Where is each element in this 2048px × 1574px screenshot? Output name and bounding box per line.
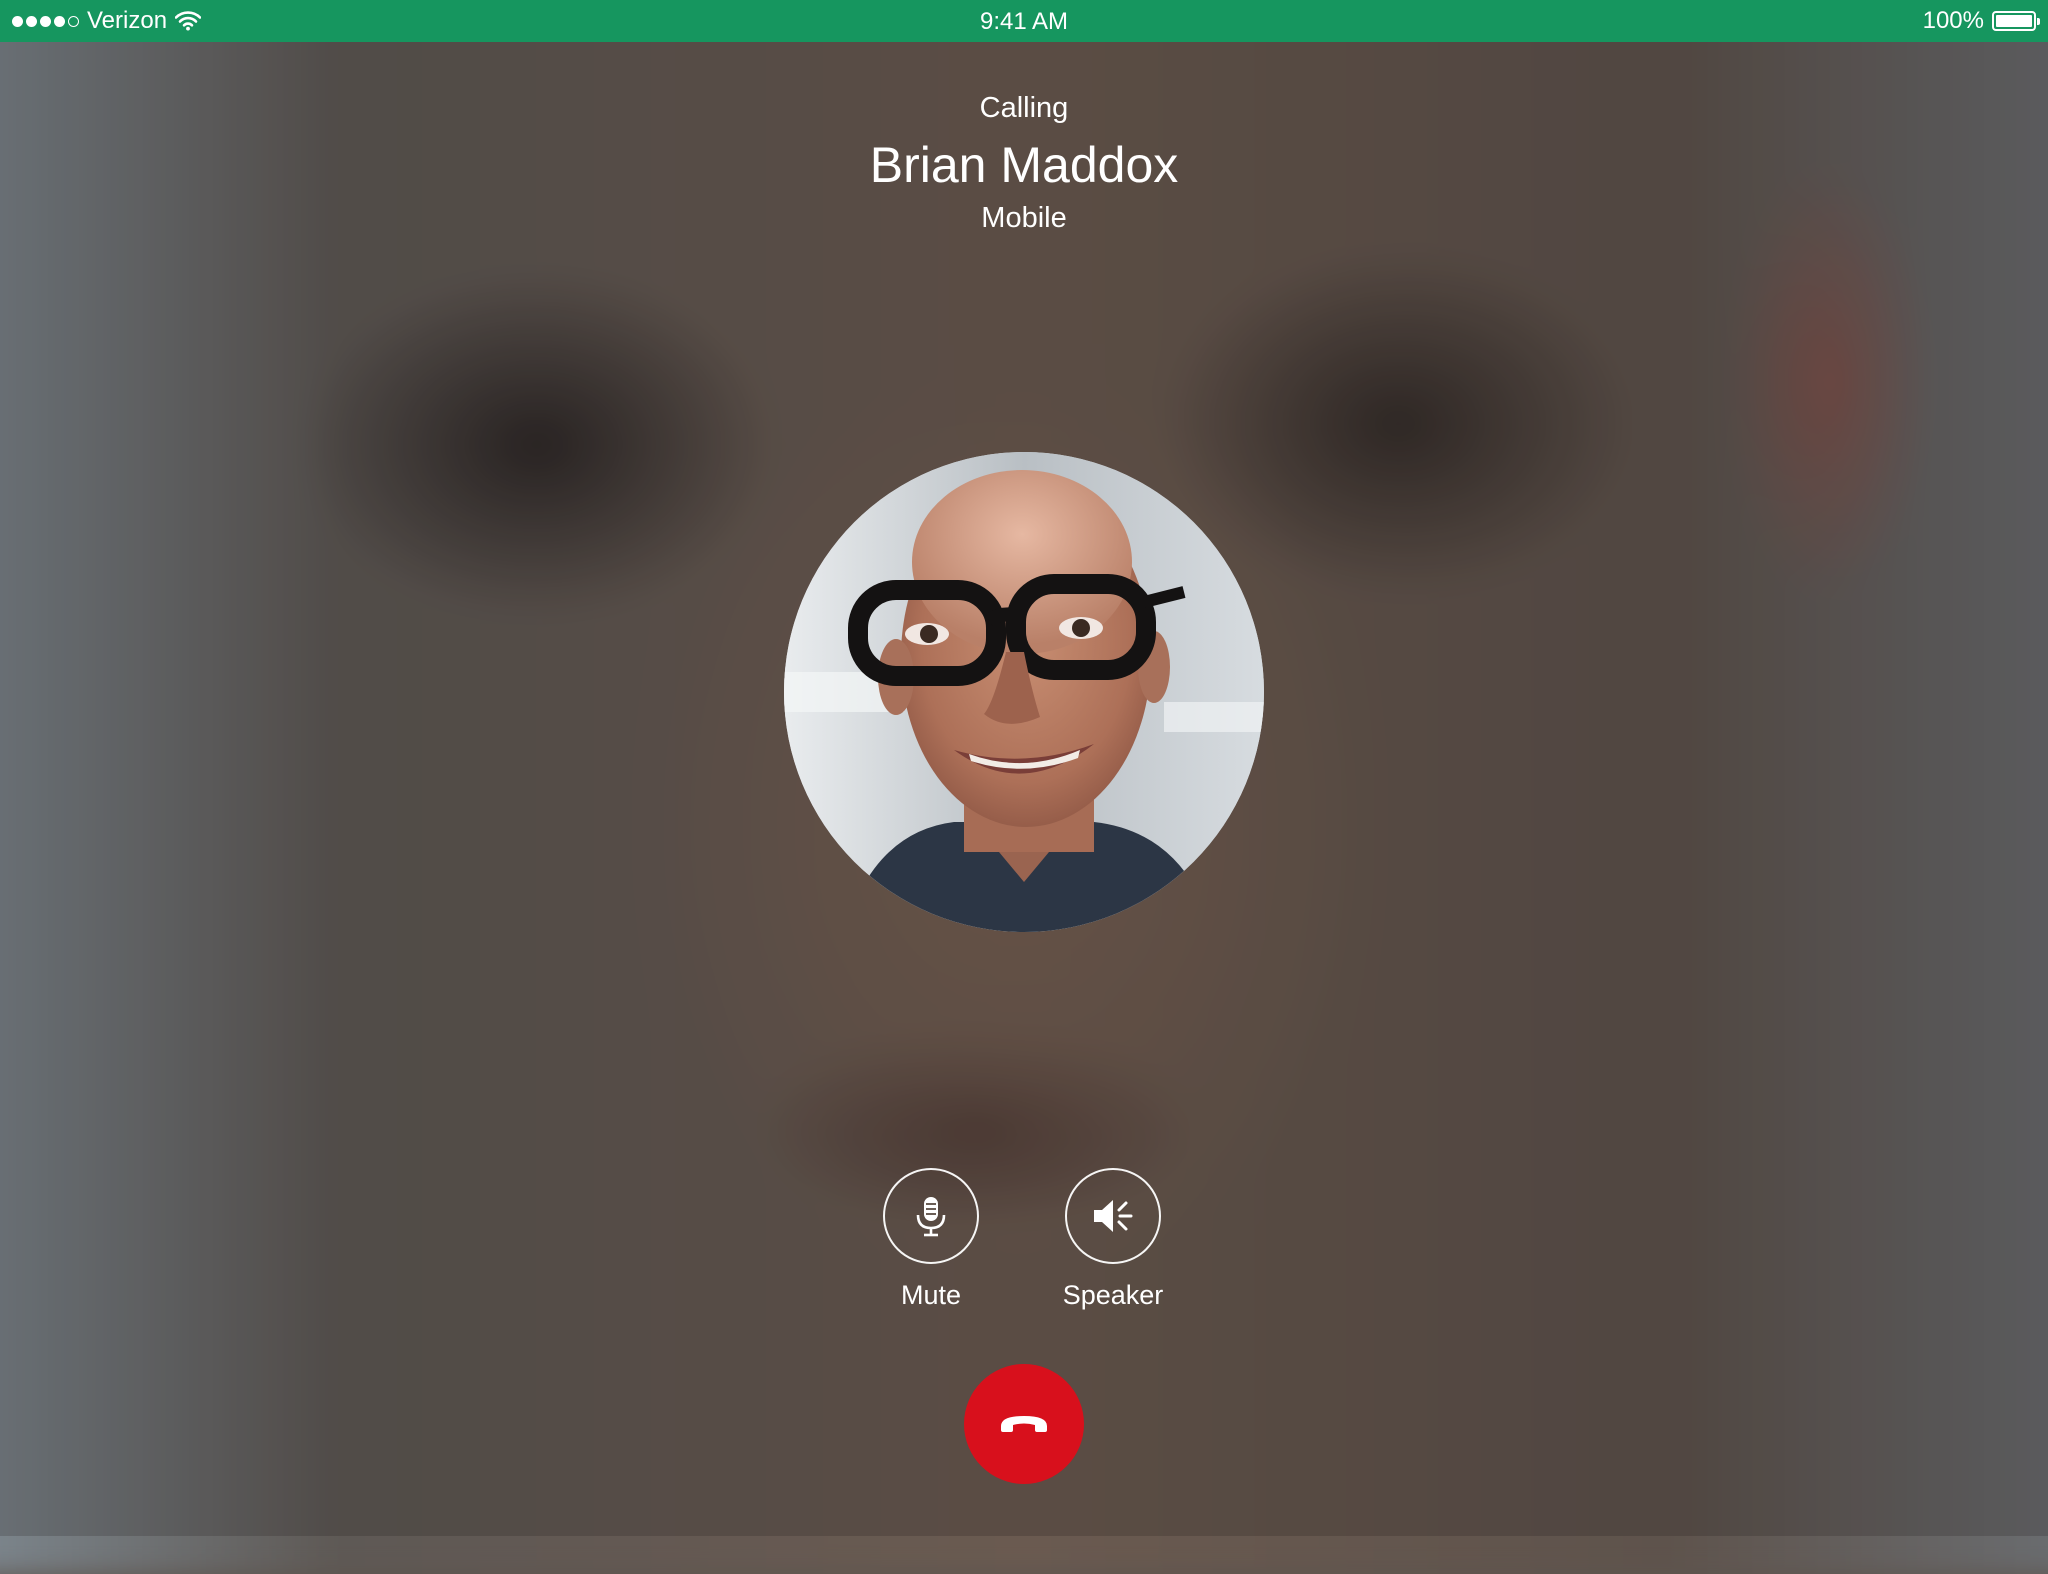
caller-avatar	[784, 452, 1264, 932]
mute-label: Mute	[900, 1280, 962, 1310]
phone-hangup-icon	[1001, 1416, 1047, 1432]
speaker-icon	[1094, 1200, 1133, 1232]
mute-control: Mute	[861, 1168, 1001, 1312]
battery-level	[1996, 15, 2032, 27]
battery-percent: 100%	[1922, 7, 1984, 34]
speaker-button[interactable]	[1065, 1168, 1161, 1264]
avatar-portrait	[784, 452, 1264, 932]
caller-info: Calling Brian Maddox Mobile	[0, 88, 2048, 238]
status-time: 9:41 AM	[979, 8, 1069, 35]
caller-phone-label: Mobile	[981, 202, 1067, 234]
battery-icon	[1992, 11, 2040, 31]
end-call-button[interactable]	[964, 1364, 1084, 1484]
status-right: 100%	[1922, 0, 2040, 42]
caller-name: Brian Maddox	[869, 137, 1179, 193]
microphone-icon	[916, 1197, 946, 1237]
speaker-label: Speaker	[1062, 1280, 1164, 1310]
status-bar: Verizon 9:41 AM 100%	[0, 0, 2048, 42]
call-state: Calling	[979, 92, 1069, 124]
speaker-control: Speaker	[1043, 1168, 1183, 1312]
mute-button[interactable]	[883, 1168, 979, 1264]
